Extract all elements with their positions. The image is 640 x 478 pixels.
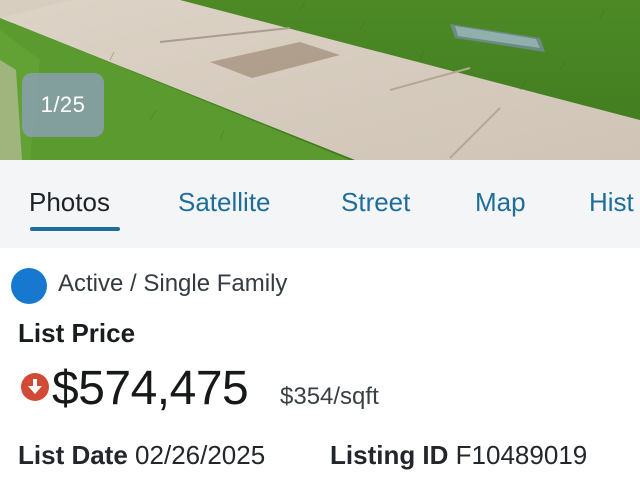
list-date: List Date 02/26/2025: [18, 440, 265, 471]
listing-id-value: F10489019: [455, 440, 588, 470]
photo-counter: 1/25: [22, 73, 104, 137]
list-date-value: 02/26/2025: [135, 440, 266, 470]
tab-satellite[interactable]: Satellite: [178, 187, 271, 218]
price-per-sqft: $354/sqft: [280, 383, 379, 410]
price-down-arrow-icon: [21, 373, 49, 401]
tab-map[interactable]: Map: [475, 187, 526, 218]
tab-photos[interactable]: Photos: [29, 187, 110, 218]
tab-street[interactable]: Street: [341, 187, 410, 218]
listing-id-label: Listing ID: [330, 440, 449, 470]
media-tab-bar: Photos Satellite Street Map Hist: [0, 160, 640, 248]
list-price-label: List Price: [18, 318, 136, 348]
list-date-label: List Date: [18, 440, 128, 470]
active-tab-indicator: [30, 227, 120, 231]
status-indicator-dot: [11, 268, 47, 304]
list-price-value: $574,475: [52, 362, 249, 415]
listing-status: Active / Single Family: [58, 270, 288, 297]
property-photo[interactable]: 1/25: [0, 0, 640, 160]
tab-history[interactable]: Hist: [589, 187, 634, 218]
listing-id: Listing ID F10489019: [330, 440, 587, 471]
listing-detail-page: 1/25 Photos Satellite Street Map Hist Ac…: [0, 0, 640, 478]
